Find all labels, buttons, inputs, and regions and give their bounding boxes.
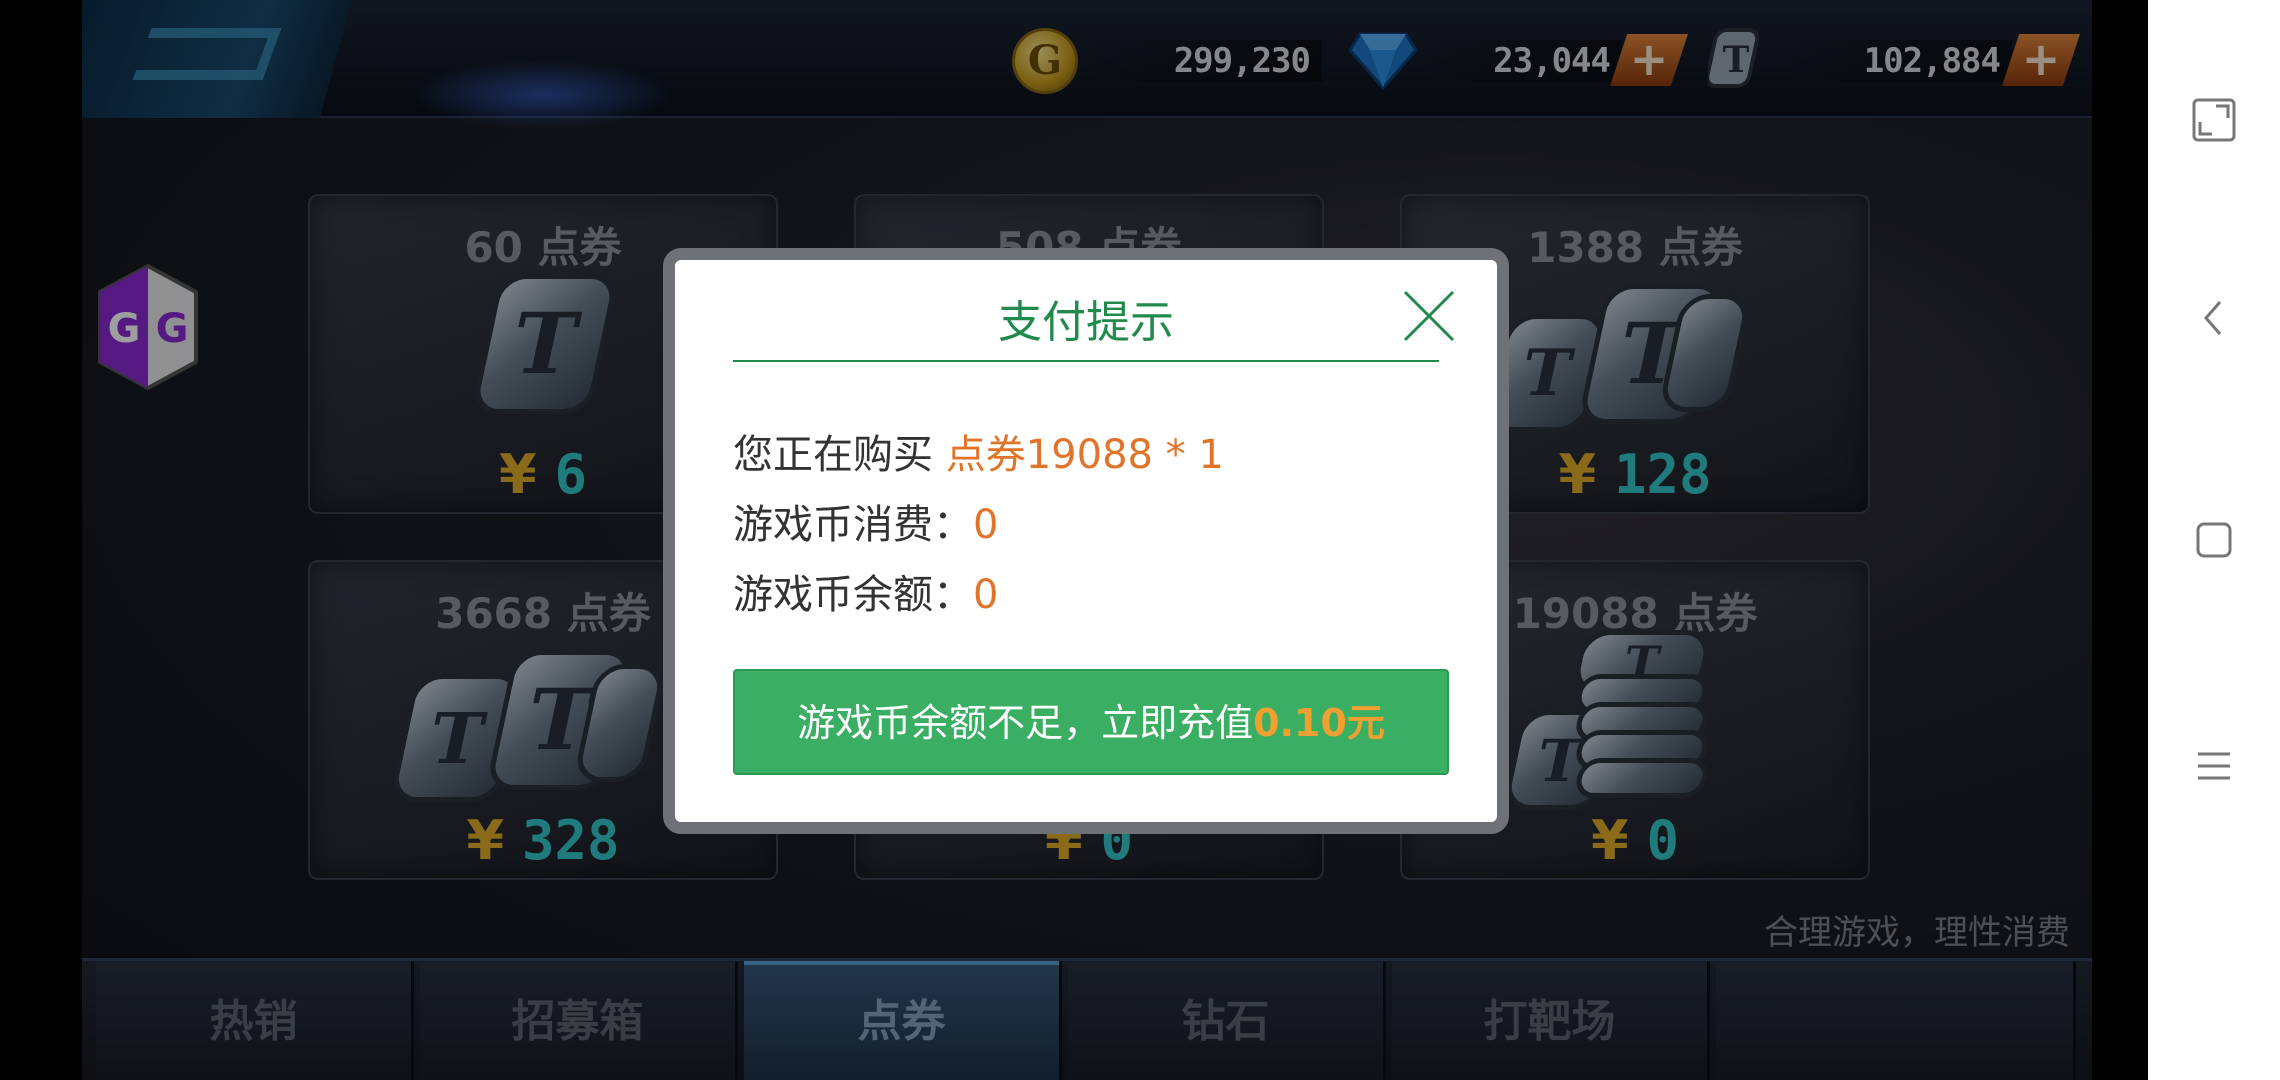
back-icon[interactable] [2186,290,2242,346]
spend-value: 0 [973,502,999,548]
spend-line: 游戏币消费：0 [733,502,999,548]
menu-icon[interactable] [2186,738,2242,794]
recharge-button[interactable]: 游戏币余额不足，立即充值0.10元 [733,669,1449,775]
recharge-amount: 0.10元 [1253,701,1385,745]
title-divider [733,360,1439,362]
system-nav-bar [2148,0,2280,1080]
balance-line: 游戏币余额：0 [733,572,999,618]
fullscreen-icon[interactable] [2186,92,2242,148]
dialog-title: 支付提示 [998,297,1174,348]
purchase-item: 点券19088 * 1 [945,432,1224,478]
close-icon[interactable] [1401,288,1457,344]
payment-dialog: 支付提示 您正在购买 点券19088 * 1 游戏币消费：0 游戏币余额：0 游… [663,248,1509,834]
purchase-line: 您正在购买 点券19088 * 1 [733,432,1224,478]
balance-value: 0 [973,572,999,618]
home-icon[interactable] [2186,512,2242,568]
